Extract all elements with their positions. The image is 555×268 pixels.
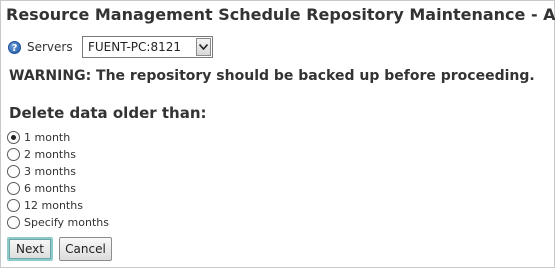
radio-button[interactable]: [7, 131, 20, 144]
retention-option-6-months[interactable]: 6 months: [7, 180, 109, 197]
chevron-down-icon[interactable]: [196, 38, 211, 56]
retention-option-label: 3 months: [24, 165, 76, 178]
delete-data-heading: Delete data older than:: [9, 104, 207, 122]
servers-label: Servers: [27, 40, 73, 54]
retention-option-label: Specify months: [24, 216, 109, 229]
retention-option-12-months[interactable]: 12 months: [7, 197, 109, 214]
retention-options: 1 month 2 months 3 months 6 months 12 mo…: [7, 129, 109, 231]
servers-select-value: FUENT-PC:8121: [88, 40, 181, 54]
retention-option-3-months[interactable]: 3 months: [7, 163, 109, 180]
retention-option-label: 12 months: [24, 199, 83, 212]
retention-option-1-month[interactable]: 1 month: [7, 129, 109, 146]
next-button[interactable]: Next: [7, 237, 53, 261]
retention-option-label: 2 months: [24, 148, 76, 161]
warning-message: WARNING: The repository should be backed…: [9, 68, 535, 84]
page-title: Resource Management Schedule Repository …: [6, 5, 555, 24]
retention-option-label: 6 months: [24, 182, 76, 195]
radio-button[interactable]: [7, 199, 20, 212]
servers-row: ? Servers FUENT-PC:8121: [8, 36, 213, 58]
retention-option-specify-months[interactable]: Specify months: [7, 214, 109, 231]
cancel-button[interactable]: Cancel: [59, 237, 112, 261]
retention-option-label: 1 month: [24, 131, 71, 144]
radio-button[interactable]: [7, 148, 20, 161]
question-circle-icon[interactable]: ?: [8, 40, 21, 54]
radio-button[interactable]: [7, 182, 20, 195]
retention-option-2-months[interactable]: 2 months: [7, 146, 109, 163]
servers-select[interactable]: FUENT-PC:8121: [82, 36, 213, 58]
radio-button[interactable]: [7, 165, 20, 178]
radio-button[interactable]: [7, 216, 20, 229]
